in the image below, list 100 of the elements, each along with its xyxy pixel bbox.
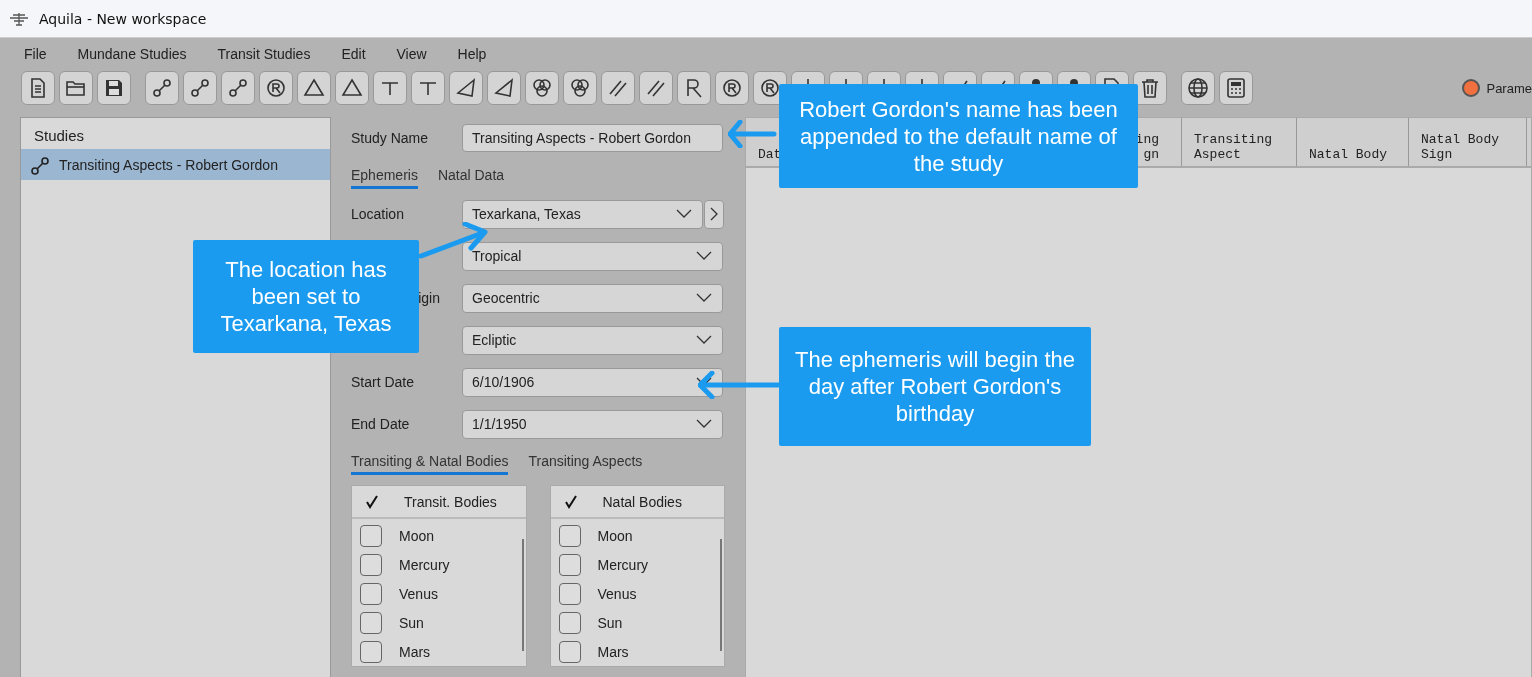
list-item-label: Mars [597, 643, 629, 660]
menu-item[interactable]: Mundane Studies [67, 44, 197, 64]
field-label: Location [351, 206, 405, 222]
toolbar-button[interactable] [335, 71, 369, 105]
toolbar-button[interactable] [1219, 71, 1253, 105]
toolbar-button[interactable] [715, 71, 749, 105]
annotation-tooltip: The ephemeris will begin the day after Robert Gordon's birthday [779, 327, 1091, 446]
scrollbar[interactable] [521, 539, 524, 651]
toolbar-button[interactable] [563, 71, 597, 105]
list-item-label: Sun [399, 614, 424, 631]
globe-icon [1187, 77, 1209, 99]
list-item-label: Venus [399, 585, 438, 602]
study-item[interactable]: Transiting Aspects - Robert Gordon [21, 149, 330, 180]
menu-item[interactable]: Transit Studies [207, 44, 321, 64]
circles-icon [569, 77, 591, 99]
checkbox[interactable] [558, 553, 581, 576]
tab[interactable]: Natal Data [437, 163, 505, 189]
annotation-tooltip: Robert Gordon's name has been appended to the default name of the study [779, 84, 1138, 188]
toolbar-button[interactable] [639, 71, 673, 105]
toolbar-button[interactable] [183, 71, 217, 105]
window-title: Aquila - New workspace [39, 10, 207, 27]
toolbar-button[interactable] [1133, 71, 1167, 105]
toolbar-button[interactable] [525, 71, 559, 105]
chevron-down-icon [676, 209, 692, 219]
checkbox[interactable] [360, 553, 382, 576]
toolbar-button[interactable] [59, 71, 93, 105]
panel-title: Studies [33, 126, 86, 146]
toolbar-button[interactable] [221, 71, 255, 105]
list-item-label: Mars [399, 643, 431, 660]
study-name-field[interactable]: Transiting Aspects - Robert Gordon [462, 124, 723, 152]
dropdown[interactable]: 1/1/1950 [462, 409, 723, 439]
column-header[interactable]: Transiting Aspect [1182, 118, 1297, 166]
toolbar-button[interactable] [145, 71, 179, 105]
list-item-label: Moon [399, 527, 435, 544]
scrollbar[interactable] [720, 539, 722, 651]
field-label: Start Date [351, 374, 416, 390]
trash-icon [1139, 77, 1161, 99]
dropdown[interactable]: Texarkana, Texas [462, 199, 703, 229]
link-icon [189, 77, 211, 99]
list-item-label: Venus [597, 585, 637, 602]
eagle-icon [9, 11, 29, 26]
chevron-down-icon [696, 251, 712, 261]
toolbar-button[interactable] [487, 71, 521, 105]
dropdown[interactable]: Ecliptic [462, 325, 723, 355]
tab[interactable]: Ephemeris [351, 163, 418, 189]
toolbar-button[interactable] [411, 71, 445, 105]
column-header[interactable]: Natal Body [1297, 118, 1409, 166]
dropdown[interactable]: 6/10/1906 [462, 367, 723, 397]
ring-icon [759, 77, 781, 99]
checkbox[interactable] [558, 611, 581, 634]
checkbox[interactable] [360, 640, 382, 663]
field-label: Study Name [351, 130, 430, 146]
tab[interactable]: Transiting Aspects [528, 449, 643, 475]
toolbar-button[interactable] [259, 71, 293, 105]
triangle-icon [303, 77, 325, 99]
list-item-label: Sun [597, 614, 623, 631]
list-item-label: Moon [597, 527, 633, 544]
circles-icon [531, 77, 553, 99]
tab[interactable]: Transiting & Natal Bodies [351, 449, 509, 475]
triangle-icon [341, 77, 363, 99]
link-icon [151, 77, 173, 99]
ring-icon [265, 77, 287, 99]
link-icon [29, 154, 49, 175]
checkbox[interactable] [360, 524, 382, 547]
checkbox[interactable] [558, 582, 581, 605]
list-item-label: Mercury [399, 556, 450, 573]
checkbox[interactable] [558, 640, 581, 663]
menu-item[interactable]: Edit [331, 44, 376, 64]
column-header: Natal Bodies [602, 493, 682, 510]
toolbar-button[interactable] [97, 71, 131, 105]
toolbar-button[interactable] [601, 71, 635, 105]
menu-item[interactable]: Help [447, 44, 497, 64]
save-icon [103, 77, 125, 99]
toolbar-button[interactable] [449, 71, 483, 105]
toolbar-button[interactable] [373, 71, 407, 105]
angle-icon [493, 77, 515, 99]
menu-item[interactable]: View [386, 44, 437, 64]
parameters-label: Parame [1486, 80, 1532, 96]
toolbar-button[interactable] [297, 71, 331, 105]
field-label: End Date [351, 416, 411, 432]
chevron-right-icon [710, 207, 718, 221]
study-name: Transiting Aspects - Robert Gordon [59, 156, 278, 173]
menu-item[interactable]: File [14, 44, 57, 64]
chevron-down-icon [696, 419, 712, 429]
annotation-tooltip: The location has been set to Texarkana, Texas [193, 240, 419, 353]
chevron-down-icon [696, 335, 712, 345]
dropdown[interactable]: Tropical [462, 241, 723, 271]
toolbar-button[interactable] [1181, 71, 1215, 105]
checkbox[interactable] [360, 611, 382, 634]
toolbar-button[interactable] [677, 71, 711, 105]
column-header: Transit. Bodies [404, 493, 497, 510]
column-header[interactable]: Natal Body Sign [1409, 118, 1527, 166]
toolbar-button[interactable] [21, 71, 55, 105]
checkbox[interactable] [558, 524, 581, 547]
chevron-down-icon [696, 293, 712, 303]
angle-icon [455, 77, 477, 99]
calculator-icon [1225, 77, 1247, 99]
checkbox[interactable] [360, 582, 382, 605]
dropdown[interactable]: Geocentric [462, 283, 723, 313]
ring-icon [721, 77, 743, 99]
